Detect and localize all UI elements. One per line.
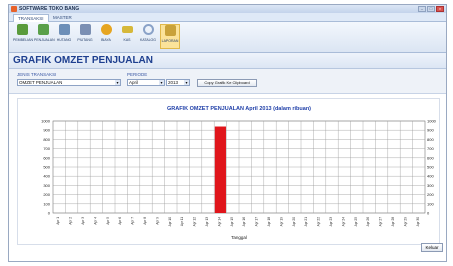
x-tick-label: Apr 6: [118, 217, 122, 225]
tahun-select[interactable]: 2013 ▾: [166, 79, 190, 86]
ribbon-button-biaya[interactable]: BIAYA: [97, 24, 115, 49]
cart-icon: [16, 24, 28, 35]
ribbon-button-piutang[interactable]: PIUTANG: [76, 24, 94, 49]
x-tick-label: Apr 27: [379, 217, 383, 227]
x-tick-label: Apr 14: [217, 217, 221, 227]
chevron-down-icon: ▾: [184, 80, 189, 85]
y-tick-label: 600: [43, 155, 50, 160]
chart-title: GRAFIK OMZET PENJUALAN April 2013 (dalam…: [167, 106, 311, 112]
x-tick-label: Apr 20: [292, 217, 296, 227]
y-tick-label-right: 900: [427, 128, 434, 133]
x-tick-label: Apr 8: [143, 217, 147, 225]
y-tick-label: 900: [43, 128, 50, 133]
ribbon-button-hutang[interactable]: HUTANG: [55, 24, 73, 49]
y-tick-label-right: 700: [427, 146, 434, 151]
x-tick-label: Apr 9: [155, 217, 159, 225]
x-tick-label: Apr 10: [168, 217, 172, 227]
x-tick-label: Apr 12: [193, 217, 197, 227]
maximize-icon[interactable]: □: [427, 6, 435, 12]
x-tick-label: Apr 13: [205, 217, 209, 227]
filter-bar: JENIS TRANSAKSI OMZET PENJUALAN ▾ PERIOD…: [9, 69, 446, 94]
y-tick-label: 700: [43, 146, 50, 151]
x-tick-label: Apr 7: [131, 217, 135, 225]
close-icon[interactable]: ×: [436, 6, 444, 12]
y-tick-label: 0: [48, 211, 51, 216]
keluar-button[interactable]: Keluar: [421, 243, 443, 252]
copy-chart-button[interactable]: Copy Grafik Ke Clipboard: [197, 79, 257, 87]
x-tick-label: Apr 24: [341, 217, 345, 227]
x-axis-label: Tanggal: [231, 235, 247, 240]
tab-transaksi[interactable]: TRANSAKSI: [13, 14, 49, 22]
ribbon-tab-strip: TRANSAKSI MASTER: [9, 13, 446, 22]
x-tick-label: Apr 22: [317, 217, 321, 227]
report-icon: [164, 25, 176, 36]
window-title: SOFTWARE TOKO BANG: [19, 6, 80, 12]
x-tick-label: Apr 4: [93, 217, 97, 225]
y-tick-label: 200: [43, 192, 50, 197]
money-icon: [37, 24, 49, 35]
y-tick-label-right: 300: [427, 183, 434, 188]
ribbon-toolbar: PEMBELIAN PENJUALAN HUTANG PIUTANG BIAYA…: [9, 22, 446, 53]
y-tick-label: 1000: [41, 119, 51, 124]
x-tick-label: Apr 28: [391, 217, 395, 227]
x-tick-label: Apr 2: [69, 217, 73, 225]
x-tick-label: Apr 3: [81, 217, 85, 225]
y-tick-label-right: 0: [427, 211, 430, 216]
coin-icon: [100, 24, 112, 35]
chart-bar: [214, 126, 226, 213]
jenis-transaksi-select[interactable]: OMZET PENJUALAN ▾: [17, 79, 121, 86]
ribbon-button-pembelian[interactable]: PEMBELIAN: [13, 24, 33, 49]
y-tick-label: 800: [43, 137, 50, 142]
page-header: GRAFIK OMZET PENJUALAN: [9, 53, 446, 69]
app-icon: [11, 6, 17, 12]
ledger-icon: [58, 24, 70, 35]
window-controls: – □ ×: [418, 6, 444, 12]
x-tick-label: Apr 23: [329, 217, 333, 227]
app-window: SOFTWARE TOKO BANG – □ × TRANSAKSI MASTE…: [8, 4, 447, 262]
x-tick-label: Apr 17: [255, 217, 259, 227]
ribbon-button-penjualan[interactable]: PENJUALAN: [34, 24, 55, 49]
y-tick-label-right: 400: [427, 174, 434, 179]
y-tick-label-right: 100: [427, 201, 434, 206]
page-title: GRAFIK OMZET PENJUALAN: [13, 55, 153, 66]
title-bar: SOFTWARE TOKO BANG – □ ×: [9, 5, 446, 13]
periode-label: PERIODE: [127, 72, 148, 77]
y-tick-label: 500: [43, 165, 50, 170]
x-tick-label: Apr 21: [304, 217, 308, 227]
y-tick-label-right: 200: [427, 192, 434, 197]
y-tick-label: 300: [43, 183, 50, 188]
x-tick-label: Apr 15: [230, 217, 234, 227]
y-tick-label-right: 1000: [427, 119, 437, 124]
notes-icon: [79, 24, 91, 35]
chevron-down-icon: ▾: [159, 80, 164, 85]
ribbon-button-laporan[interactable]: LAPORAN: [160, 24, 180, 49]
x-tick-label: Apr 16: [242, 217, 246, 227]
x-tick-label: Apr 29: [403, 217, 407, 227]
y-tick-label-right: 500: [427, 165, 434, 170]
y-tick-label-right: 800: [427, 137, 434, 142]
chart-panel: GRAFIK OMZET PENJUALAN April 2013 (dalam…: [17, 98, 440, 245]
minimize-icon[interactable]: –: [418, 6, 426, 12]
magnifier-icon: [142, 24, 154, 35]
bulan-select[interactable]: April ▾: [127, 79, 165, 86]
x-tick-label: Apr 19: [279, 217, 283, 227]
y-tick-label-right: 600: [427, 155, 434, 160]
x-tick-label: Apr 30: [416, 217, 420, 227]
x-tick-label: Apr 11: [180, 217, 184, 226]
x-tick-label: Apr 26: [366, 217, 370, 227]
tab-master[interactable]: MASTER: [49, 14, 76, 21]
x-tick-label: Apr 5: [106, 217, 110, 225]
y-tick-label: 100: [43, 201, 50, 206]
chevron-down-icon: ▾: [115, 80, 120, 85]
jenis-transaksi-label: JENIS TRANSAKSI: [17, 72, 57, 77]
omzet-chart: GRAFIK OMZET PENJUALAN April 2013 (dalam…: [41, 106, 437, 240]
x-tick-label: Apr 25: [354, 217, 358, 227]
y-tick-label: 400: [43, 174, 50, 179]
ribbon-button-katalog[interactable]: KATALOG: [139, 24, 157, 49]
ribbon-button-kas[interactable]: KAS: [118, 24, 136, 49]
x-tick-label: Apr 18: [267, 217, 271, 227]
x-tick-label: Apr 1: [56, 217, 60, 225]
cash-icon: [121, 26, 133, 33]
